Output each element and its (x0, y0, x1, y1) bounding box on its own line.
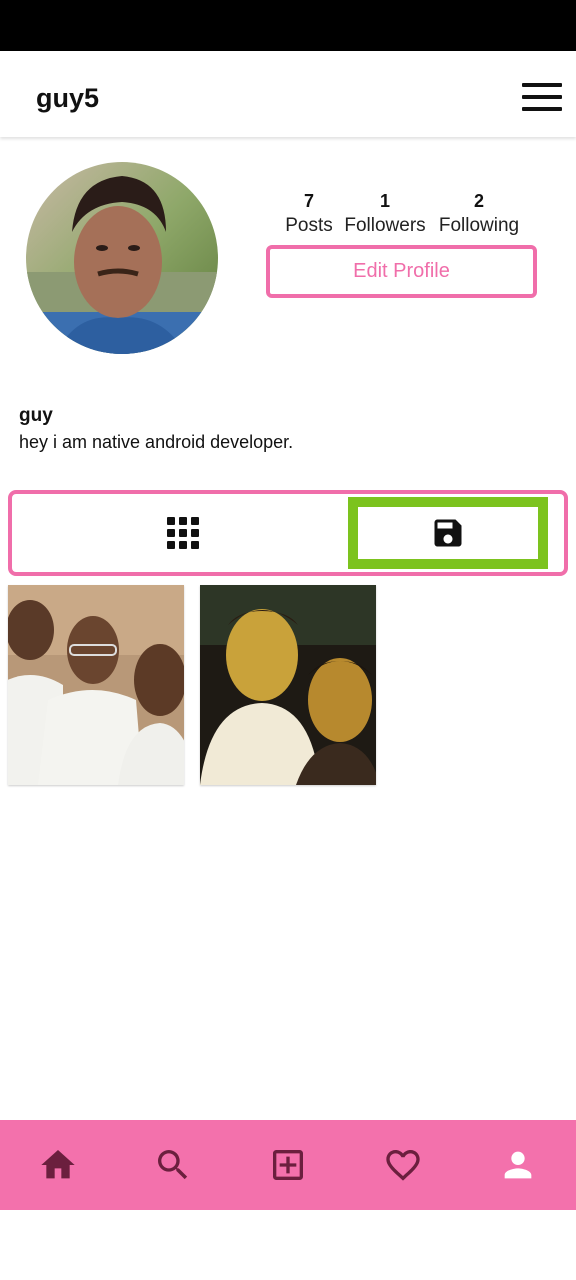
status-bar (0, 0, 576, 51)
stat-followers[interactable]: 1 Followers (340, 190, 430, 240)
home-icon (41, 1150, 75, 1179)
stat-followers-label: Followers (344, 215, 426, 236)
person-icon (504, 1151, 532, 1179)
stat-followers-count: 1 (379, 191, 390, 211)
profile-bio: hey i am native android developer. (19, 432, 294, 452)
search-icon (158, 1150, 188, 1180)
stat-following-count: 2 (473, 191, 484, 211)
profile-tabs (8, 490, 568, 576)
stat-following[interactable]: 2 Following (434, 190, 524, 240)
stat-posts-count: 7 (303, 191, 314, 211)
nav-add[interactable] (268, 1145, 308, 1185)
tab-grid[interactable] (18, 497, 348, 569)
add-box-icon (273, 1150, 303, 1180)
avatar[interactable] (26, 162, 218, 354)
stat-posts-label: Posts (285, 215, 333, 236)
nav-home[interactable] (38, 1145, 78, 1185)
heart-icon (386, 1150, 420, 1181)
display-name: guy (19, 405, 53, 426)
hamburger-menu-icon[interactable] (518, 81, 566, 115)
save-icon (434, 519, 462, 547)
post-thumbnail[interactable] (8, 585, 184, 785)
nav-profile[interactable] (498, 1145, 538, 1185)
edit-profile-label: Edit Profile (353, 260, 450, 282)
profile-username: guy5 (36, 83, 100, 113)
post-thumbnail[interactable] (200, 585, 376, 785)
nav-search[interactable] (153, 1145, 193, 1185)
bottom-navigation (0, 1120, 576, 1210)
top-app-bar: guy5 (0, 51, 576, 137)
stat-posts[interactable]: 7 Posts (280, 190, 338, 240)
edit-profile-button[interactable]: Edit Profile (266, 245, 537, 298)
grid-icon (167, 517, 199, 549)
stat-following-label: Following (438, 215, 520, 236)
nav-activity[interactable] (383, 1145, 423, 1185)
tab-saved[interactable] (348, 497, 548, 569)
